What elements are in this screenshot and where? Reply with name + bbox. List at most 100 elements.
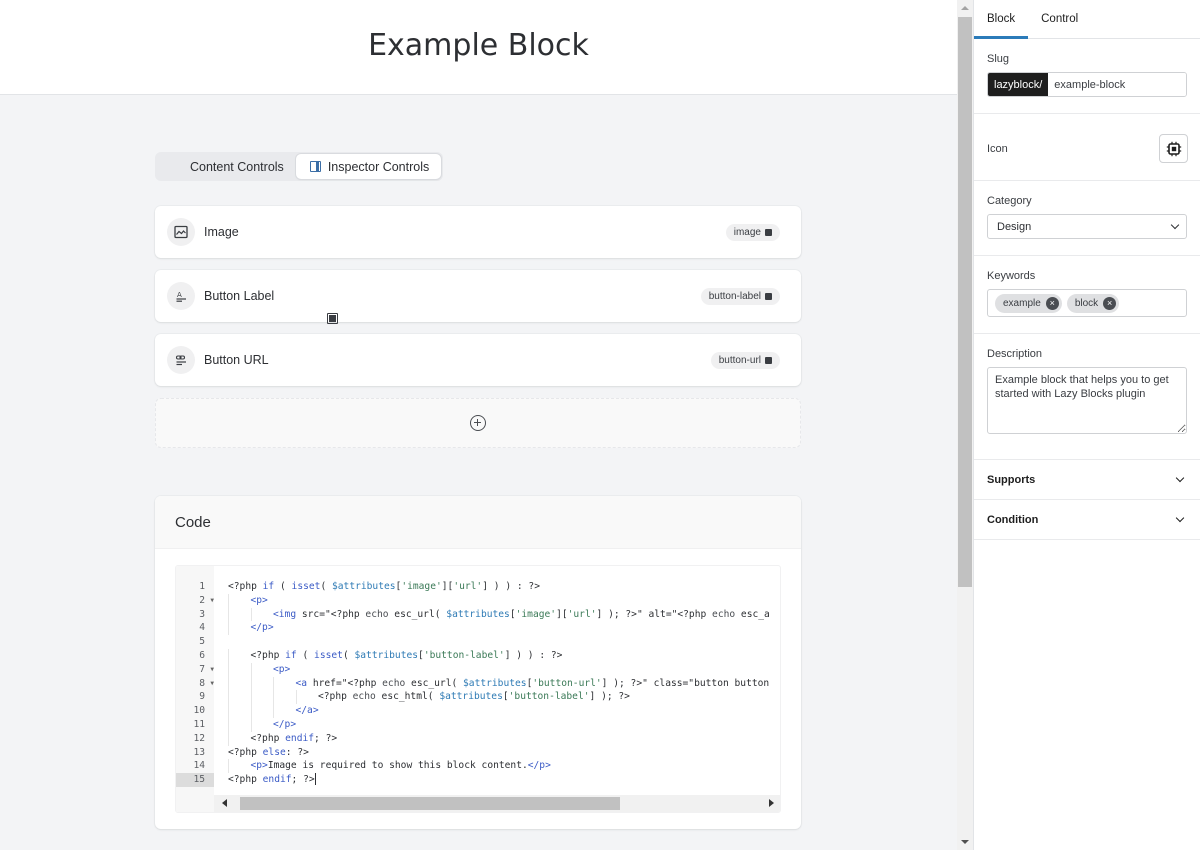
code-line: 5 [176,635,780,649]
copy-icon [765,356,772,364]
code-line: 13 <?php else: ?> [176,746,780,760]
description-textarea[interactable]: Example block that helps you to get star… [987,367,1187,434]
settings-sidebar: Block Control Slug lazyblock/ Icon Categ… [973,0,1200,850]
control-slug-text: button-url [718,354,761,366]
code-body: 1 <?php if ( isset( $attributes['image'][… [155,549,801,829]
remove-keyword-icon[interactable]: × [1103,296,1117,310]
keyword-text: block [1074,297,1099,309]
slug-field: lazyblock/ [987,72,1187,97]
line-number: 1 [199,581,205,592]
code-line: 11 </p> [176,717,780,732]
link-icon [167,346,195,374]
scrollbar-thumb[interactable] [240,796,620,810]
content-controls-button[interactable]: Content Controls [157,154,338,324]
code-line: 15 <?php endif; ?> [176,773,780,787]
scroll-right-icon[interactable] [769,799,774,808]
page-header: Example Block [0,0,957,95]
line-number: 2 ▼ [199,594,214,608]
code-text: <p> [214,662,769,677]
tab-block[interactable]: Block [974,0,1029,39]
copy-icon [765,228,772,236]
description-panel: Description Example block that helps you… [974,334,1200,460]
control-label: Button URL [204,353,269,367]
chip-icon [1166,141,1181,156]
sidebar-tabs: Block Control [974,0,1200,39]
content-controls-icon [327,313,338,324]
line-number: 12 [193,732,205,744]
inspector-controls-icon [309,161,321,172]
line-number: 4 [199,622,205,634]
scroll-down-icon[interactable] [961,840,969,844]
scroll-left-icon[interactable] [222,799,227,808]
line-number: 5 [199,636,205,648]
remove-keyword-icon[interactable]: × [1045,296,1059,310]
keywords-label: Keywords [987,270,1036,282]
line-number: 11 [193,718,205,730]
keywords-input[interactable]: example × block × [987,289,1187,317]
description-label: Description [987,348,1043,360]
line-number: 7 ▼ [199,663,214,677]
code-text: </p> [214,717,769,732]
code-text: <a href="<?php echo esc_url( $attributes… [214,676,769,691]
code-panel-title: Code [155,496,801,549]
add-control-button[interactable] [155,398,801,448]
control-label: Button Label [204,289,275,303]
code-line: 14 <p>Image is required to show this bloc… [176,759,780,774]
control-item-button-label[interactable]: A Button Label button-label [155,270,801,322]
category-label: Category [987,195,1032,207]
code-line: 3 <img src="<?php echo esc_url( $attribut… [176,607,780,622]
code-text: <?php endif; ?> [228,773,316,786]
scrollbar-thumb[interactable] [958,17,972,587]
keyword-chip: block × [1066,293,1120,313]
category-panel: Category Design [974,181,1200,256]
control-list: Image image A Button Label button-label … [155,206,801,448]
control-slug-badge[interactable]: image [725,223,780,241]
fold-arrow-icon[interactable]: ▼ [210,594,214,608]
copy-icon [765,292,772,300]
fold-arrow-icon[interactable]: ▼ [210,677,214,691]
line-number: 10 [193,705,205,717]
code-text: <p> [214,593,769,608]
control-slug-badge[interactable]: button-label [700,287,780,305]
category-select[interactable]: Design [987,214,1187,239]
code-text: <?php endif; ?> [214,731,769,746]
content: Content Controls Inspector Controls Imag… [155,152,801,829]
line-number: 9 [199,691,205,703]
icon-panel: Icon [974,114,1200,181]
control-slug-badge[interactable]: button-url [710,351,780,369]
condition-section-toggle[interactable]: Condition [974,500,1200,540]
vertical-scrollbar[interactable] [957,0,973,850]
scroll-up-icon[interactable] [961,6,969,10]
supports-section-toggle[interactable]: Supports [974,460,1200,500]
slug-input[interactable] [1048,73,1186,96]
control-item-button-url[interactable]: Button URL button-url [155,334,801,386]
line-number: 15 [176,773,214,787]
code-line: 9 <?php echo esc_html( $attributes['butto… [176,690,780,705]
svg-text:A: A [177,291,182,299]
code-editor[interactable]: 1 <?php if ( isset( $attributes['image'][… [175,565,781,813]
keyword-text: example [1003,297,1041,309]
line-number: 14 [193,760,205,772]
content-controls-label: Content Controls [190,159,284,174]
horizontal-scrollbar[interactable] [214,794,780,812]
control-slug-text: image [733,226,761,238]
line-number: 8 ▼ [199,677,214,691]
text-icon: A [167,282,195,310]
inspector-controls-button[interactable]: Inspector Controls [295,154,442,179]
tab-control[interactable]: Control [1028,0,1091,38]
code-line: 8 ▼ <a href="<?php echo esc_url( $attribut… [176,676,780,691]
slug-prefix: lazyblock/ [988,73,1049,96]
category-value: Design [997,220,1032,233]
condition-label: Condition [987,513,1039,526]
code-line: 2 ▼ <p> [176,593,780,608]
code-line: 7 ▼ <p> [176,662,780,677]
keywords-panel: Keywords example × block × [974,256,1200,334]
line-number: 6 [199,649,205,661]
icon-picker-button[interactable] [1159,134,1188,163]
icon-label: Icon [987,142,1008,155]
fold-arrow-icon[interactable]: ▼ [210,663,214,677]
code-line: 12 <?php endif; ?> [176,731,780,746]
control-item-image[interactable]: Image image [155,206,801,258]
code-text: <?php if ( isset( $attributes['button-la… [214,648,769,663]
